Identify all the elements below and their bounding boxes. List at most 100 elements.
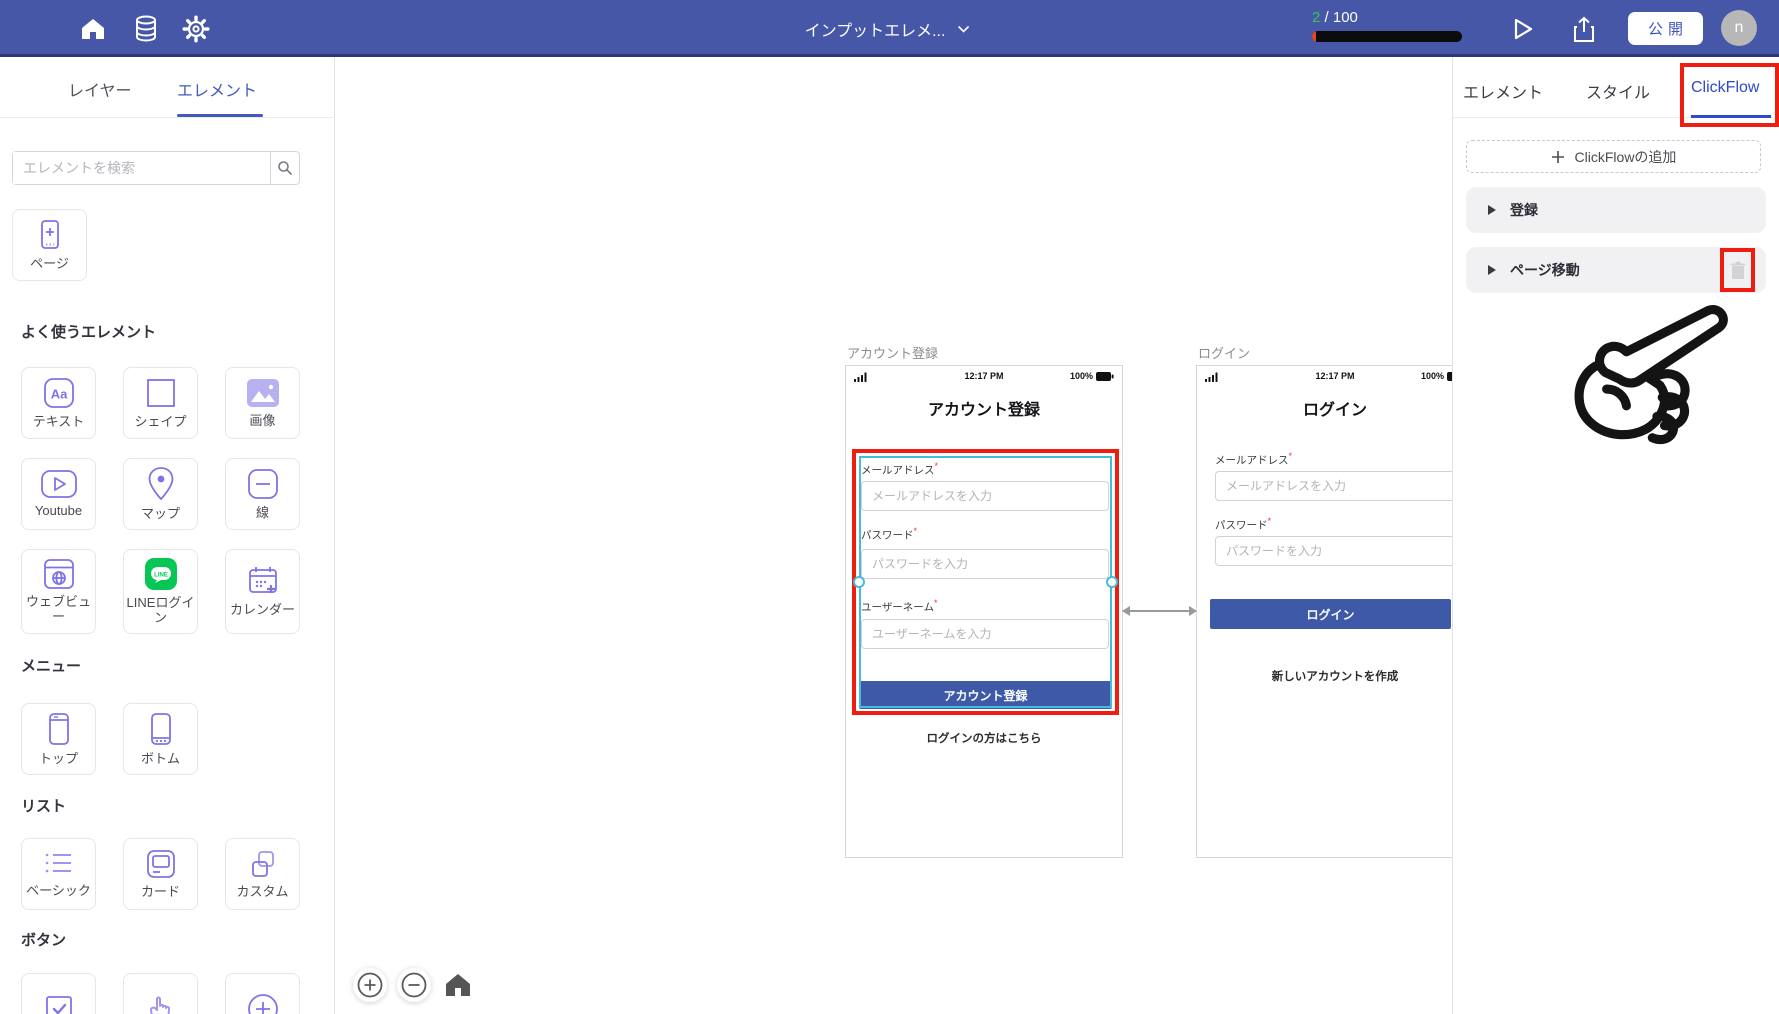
calendar-icon	[248, 567, 277, 594]
create-account-link[interactable]: 新しいアカウントを作成	[1197, 668, 1452, 684]
input-email[interactable]: メールアドレスを入力	[1215, 471, 1452, 501]
add-clickflow-button[interactable]: ClickFlowの追加	[1466, 140, 1761, 173]
page-label-login[interactable]: ログイン	[1198, 343, 1250, 362]
field-label-email[interactable]: メールアドレス*	[1215, 451, 1292, 468]
list-basic-icon	[45, 853, 71, 873]
login-link[interactable]: ログインの方はこちら	[846, 730, 1122, 746]
map-pin-icon	[148, 467, 173, 501]
database-icon[interactable]	[131, 14, 161, 44]
search-icon[interactable]	[270, 152, 299, 184]
arrowhead-right	[1189, 606, 1197, 616]
menu-elements-grid: トップ ボトム	[21, 703, 300, 775]
battery-indicator: 100%	[1421, 371, 1452, 381]
element-card-label: ベーシック	[26, 883, 91, 899]
checkbox-icon	[45, 996, 72, 1014]
canvas[interactable]: アカウント登録 12:17 PM 100% アカウント登録 メールアドレス* メ…	[335, 57, 1452, 1014]
caret-right-icon	[1488, 265, 1496, 275]
tab-elements[interactable]: エレメント	[177, 77, 257, 101]
screen-title[interactable]: アカウント登録	[846, 396, 1122, 420]
play-preview-icon[interactable]	[1508, 14, 1538, 44]
page-label-register[interactable]: アカウント登録	[847, 343, 938, 362]
element-card-youtube[interactable]: Youtube	[21, 458, 96, 530]
element-card-label: トップ	[38, 751, 78, 767]
selection-handle-left[interactable]	[853, 576, 865, 588]
status-bar: 12:17 PM 100%	[846, 370, 1122, 384]
common-elements-grid: Aa テキスト シェイプ 画像 Youtube マップ 線 ウェブビュー LIN…	[21, 367, 300, 634]
input-password[interactable]: パスワードを入力	[1215, 536, 1452, 566]
zoom-out-button[interactable]	[397, 968, 431, 1002]
element-card-menu-bottom[interactable]: ボトム	[123, 703, 198, 775]
element-card-list-custom[interactable]: カスタム	[225, 838, 300, 910]
plus-icon	[1551, 150, 1564, 163]
tab-clickflow[interactable]: ClickFlow	[1691, 79, 1759, 97]
trash-icon[interactable]	[1730, 261, 1746, 280]
element-card-list-card[interactable]: カード	[123, 838, 198, 910]
publish-button[interactable]: 公開	[1628, 12, 1703, 45]
red-annotation-box-trash	[1720, 248, 1755, 292]
element-card-calendar[interactable]: カレンダー	[225, 549, 300, 634]
project-title: インプットエレメ...	[804, 22, 946, 40]
element-card-text[interactable]: Aa テキスト	[21, 367, 96, 439]
element-card-line[interactable]: 線	[225, 458, 300, 530]
selection-handle-right[interactable]	[1106, 576, 1118, 588]
tab-style[interactable]: スタイル	[1586, 79, 1650, 103]
avatar[interactable]: n	[1721, 10, 1757, 46]
element-count: 2 / 100	[1312, 9, 1358, 26]
section-title-menu: メニュー	[21, 658, 82, 675]
element-card-plus[interactable]	[225, 973, 300, 1014]
search-input[interactable]	[13, 152, 271, 184]
element-card-list-basic[interactable]: ベーシック	[21, 838, 96, 910]
project-title-dropdown[interactable]: インプットエレメ...	[805, 0, 970, 57]
screen-register[interactable]: 12:17 PM 100% アカウント登録 メールアドレス* メールアドレスを入…	[845, 365, 1123, 858]
youtube-icon	[40, 470, 77, 498]
home-icon[interactable]	[78, 14, 108, 44]
element-count-separator: /	[1320, 9, 1333, 26]
text-icon: Aa	[43, 378, 74, 408]
list-custom-icon	[251, 851, 274, 877]
zoom-in-button[interactable]	[353, 968, 387, 1002]
topbar: インプットエレメ... 2 / 100 公開 n	[0, 0, 1779, 57]
status-bar: 12:17 PM 100%	[1197, 370, 1452, 384]
button-elements-grid	[21, 973, 300, 1014]
selection-outline[interactable]	[859, 456, 1112, 708]
tab-element[interactable]: エレメント	[1463, 79, 1543, 103]
element-card-map[interactable]: マップ	[123, 458, 198, 530]
field-label-password[interactable]: パスワード*	[1215, 516, 1271, 533]
element-card-tap[interactable]	[123, 973, 198, 1014]
gear-icon[interactable]	[181, 14, 211, 44]
screen-title[interactable]: ログイン	[1197, 396, 1452, 420]
required-asterisk: *	[1267, 516, 1272, 526]
battery-icon	[1096, 371, 1114, 381]
pointing-hand-annotation	[1574, 305, 1728, 445]
required-asterisk: *	[1288, 451, 1293, 461]
menu-bottom-icon	[150, 713, 171, 745]
webview-icon	[43, 559, 74, 589]
element-card-checkbox[interactable]	[21, 973, 96, 1014]
login-button[interactable]: ログイン	[1210, 599, 1451, 629]
element-card-webview[interactable]: ウェブビュー	[21, 549, 96, 634]
element-card-shape[interactable]: シェイプ	[123, 367, 198, 439]
add-clickflow-label: ClickFlowの追加	[1574, 148, 1677, 165]
battery-percent: 100%	[1420, 371, 1444, 381]
element-card-label: Youtube	[34, 503, 83, 519]
element-card-label: シェイプ	[134, 414, 187, 430]
element-card-label: ウェブビュー	[25, 594, 91, 624]
element-card-line-login[interactable]: LINE LINEログイン	[123, 549, 198, 634]
element-card-label: ページ	[30, 256, 69, 272]
battery-indicator: 100%	[1070, 371, 1114, 381]
element-card-page[interactable]: ページ	[12, 209, 87, 281]
plus-circle-icon	[247, 994, 278, 1014]
element-card-menu-top[interactable]: トップ	[21, 703, 96, 775]
clickflow-item-register[interactable]: 登録	[1466, 187, 1766, 233]
tab-divider	[0, 117, 335, 118]
tab-layers[interactable]: レイヤー	[68, 77, 132, 101]
element-card-label: テキスト	[32, 414, 85, 430]
menu-top-icon	[48, 713, 69, 745]
chevron-down-icon	[957, 25, 969, 33]
element-card-image[interactable]: 画像	[225, 367, 300, 439]
element-count-total: 100	[1332, 9, 1358, 26]
screen-login[interactable]: 12:17 PM 100% ログイン メールアドレス* メールアドレスを入力 パ…	[1196, 365, 1452, 858]
share-icon[interactable]	[1569, 14, 1599, 44]
canvas-home-button[interactable]	[441, 968, 475, 1002]
svg-text:Aa: Aa	[50, 387, 67, 402]
